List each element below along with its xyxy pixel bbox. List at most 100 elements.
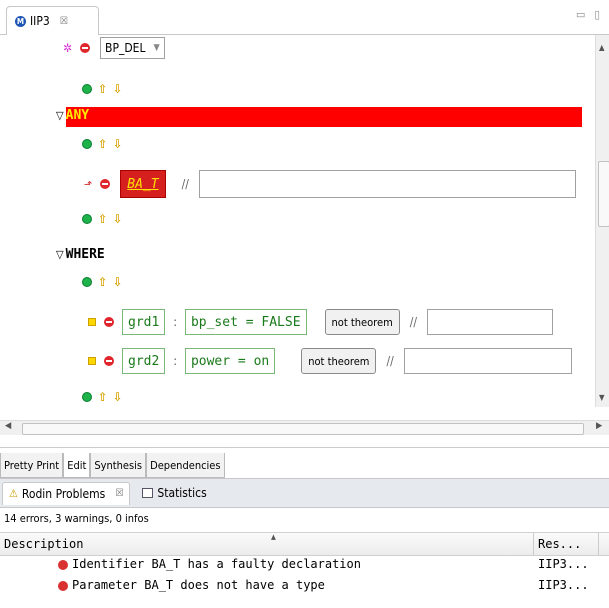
scroll-right-icon[interactable]: ▶ — [596, 421, 602, 431]
collapse-icon[interactable]: ▽ — [56, 248, 64, 261]
tab-pretty-print[interactable]: Pretty Print — [0, 453, 64, 478]
event-editor: ✲ BP_DEL ▼ ⇧ ⇩ ▽ ANY ⇧ ⇩ ⬏ BA_T // ⇧ ⇩ ▽… — [0, 35, 595, 407]
move-down-icon[interactable]: ⇩ — [113, 390, 122, 404]
add-row-3: ⇧ ⇩ — [82, 212, 122, 226]
not-theorem-button[interactable]: not theorem — [301, 348, 377, 374]
add-row-2: ⇧ ⇩ — [82, 137, 122, 151]
editor-tab[interactable]: M IIP3 ☒ — [6, 6, 99, 35]
move-down-icon[interactable]: ⇩ — [113, 212, 122, 226]
move-up-icon[interactable]: ⇧ — [98, 137, 107, 151]
refines-select[interactable]: BP_DEL ▼ — [100, 37, 165, 59]
guard-predicate-field[interactable]: bp_set = FALSE — [184, 309, 307, 335]
tab-rodin-problems[interactable]: ⚠ Rodin Problems ☒ — [2, 481, 131, 505]
refines-row: ✲ BP_DEL ▼ — [63, 37, 165, 59]
where-header[interactable]: ▽ WHERE — [56, 247, 105, 262]
not-theorem-button[interactable]: not theorem — [324, 309, 400, 335]
separator: : — [173, 354, 177, 368]
move-up-icon[interactable]: ⇧ — [98, 82, 107, 96]
refines-icon: ✲ — [63, 41, 73, 55]
move-up-icon[interactable]: ⇧ — [98, 275, 107, 289]
guard-label-field[interactable]: grd1 — [122, 309, 166, 335]
tab-dependencies[interactable]: Dependencies — [146, 453, 225, 478]
refines-value: BP_DEL — [105, 41, 146, 55]
vertical-scrollbar[interactable]: ▲ ▼ — [595, 35, 609, 407]
remove-icon[interactable] — [80, 43, 91, 53]
tab-label: Statistics — [157, 486, 207, 500]
add-row-1: ⇧ ⇩ — [82, 82, 122, 96]
column-resource[interactable]: Res... — [538, 533, 581, 555]
any-label: ANY — [65, 108, 90, 123]
tab-label: Rodin Problems — [21, 486, 106, 501]
guard-label-field[interactable]: grd2 — [122, 348, 166, 374]
error-icon — [58, 560, 68, 570]
guard-predicate: bp_set = FALSE — [190, 314, 301, 330]
move-down-icon[interactable]: ⇩ — [113, 82, 122, 96]
comment-field[interactable] — [403, 348, 572, 374]
add-row-5: ⇧ ⇩ — [82, 390, 122, 404]
parameter-field[interactable]: BA_T — [120, 170, 166, 198]
machine-icon: M — [15, 15, 26, 27]
close-icon[interactable]: ☒ — [115, 488, 123, 499]
remove-icon[interactable] — [104, 356, 114, 366]
error-marker-icon: ⬏ — [84, 177, 93, 191]
problems-summary: 14 errors, 3 warnings, 0 infos — [4, 512, 149, 525]
move-down-icon[interactable]: ⇩ — [113, 137, 122, 151]
any-header[interactable]: ▽ ANY — [56, 108, 89, 123]
scroll-down-icon[interactable]: ▼ — [599, 393, 605, 402]
problems-icon: ⚠ — [9, 487, 18, 500]
column-divider[interactable] — [598, 533, 599, 555]
comment-marker: // — [386, 354, 394, 368]
add-row-4: ⇧ ⇩ — [82, 275, 122, 289]
column-divider[interactable] — [533, 533, 534, 555]
move-down-icon[interactable]: ⇩ — [113, 275, 122, 289]
comment-field[interactable] — [198, 170, 576, 198]
table-row[interactable]: Identifier BA_T has a faulty declaration… — [0, 555, 609, 575]
move-up-icon[interactable]: ⇧ — [98, 212, 107, 226]
add-icon[interactable] — [82, 277, 92, 287]
comment-field[interactable] — [427, 309, 554, 335]
guard-row: grd1 : bp_set = FALSE not theorem // — [88, 309, 554, 335]
add-icon[interactable] — [82, 84, 92, 94]
editor-page-tabs: Pretty Print Edit Synthesis Dependencies — [0, 447, 609, 478]
parameter-value: BA_T — [127, 176, 159, 192]
sort-ascending-icon: ▲ — [271, 533, 276, 541]
remove-icon[interactable] — [104, 317, 114, 327]
comment-marker: // — [409, 315, 418, 329]
guard-row: grd2 : power = on not theorem // — [88, 348, 572, 374]
scroll-left-icon[interactable]: ◀ — [5, 421, 11, 431]
problems-table-header: Description ▲ Res... — [0, 532, 609, 556]
error-icon — [58, 581, 68, 591]
statistics-icon — [142, 488, 154, 498]
column-description[interactable]: Description — [4, 533, 83, 555]
scrollbar-thumb[interactable] — [598, 161, 609, 227]
add-icon[interactable] — [82, 214, 92, 224]
problem-resource: IIP3... — [538, 557, 589, 571]
problem-description: Identifier BA_T has a faulty declaration — [72, 557, 361, 571]
close-icon[interactable]: ☒ — [60, 16, 68, 27]
table-row[interactable]: Parameter BA_T does not have a type IIP3… — [0, 576, 609, 596]
comment-marker: // — [181, 177, 189, 191]
problems-view-tabs: ⚠ Rodin Problems ☒ Statistics — [0, 478, 609, 508]
add-icon[interactable] — [82, 139, 92, 149]
guard-label: grd2 — [128, 353, 160, 369]
chevron-down-icon[interactable]: ▼ — [154, 43, 160, 53]
tab-synthesis[interactable]: Synthesis — [90, 453, 147, 478]
any-banner — [66, 107, 582, 127]
guard-predicate: power = on — [190, 353, 270, 369]
problem-resource: IIP3... — [538, 578, 589, 592]
horizontal-scrollbar[interactable]: ◀ ▶ — [0, 420, 609, 435]
add-icon[interactable] — [82, 392, 92, 402]
scroll-up-icon[interactable]: ▲ — [599, 43, 605, 52]
window-controls[interactable]: ▭ ▯ — [576, 8, 603, 21]
tab-statistics[interactable]: Statistics — [136, 482, 212, 504]
guard-label: grd1 — [128, 314, 160, 330]
problem-description: Parameter BA_T does not have a type — [72, 578, 325, 592]
scrollbar-thumb[interactable] — [22, 423, 584, 435]
remove-icon[interactable] — [100, 179, 111, 189]
guard-icon — [88, 357, 96, 365]
move-up-icon[interactable]: ⇧ — [98, 390, 107, 404]
guard-icon — [88, 318, 96, 326]
tab-edit[interactable]: Edit — [63, 453, 91, 478]
guard-predicate-field[interactable]: power = on — [184, 348, 276, 374]
collapse-icon[interactable]: ▽ — [56, 109, 64, 122]
